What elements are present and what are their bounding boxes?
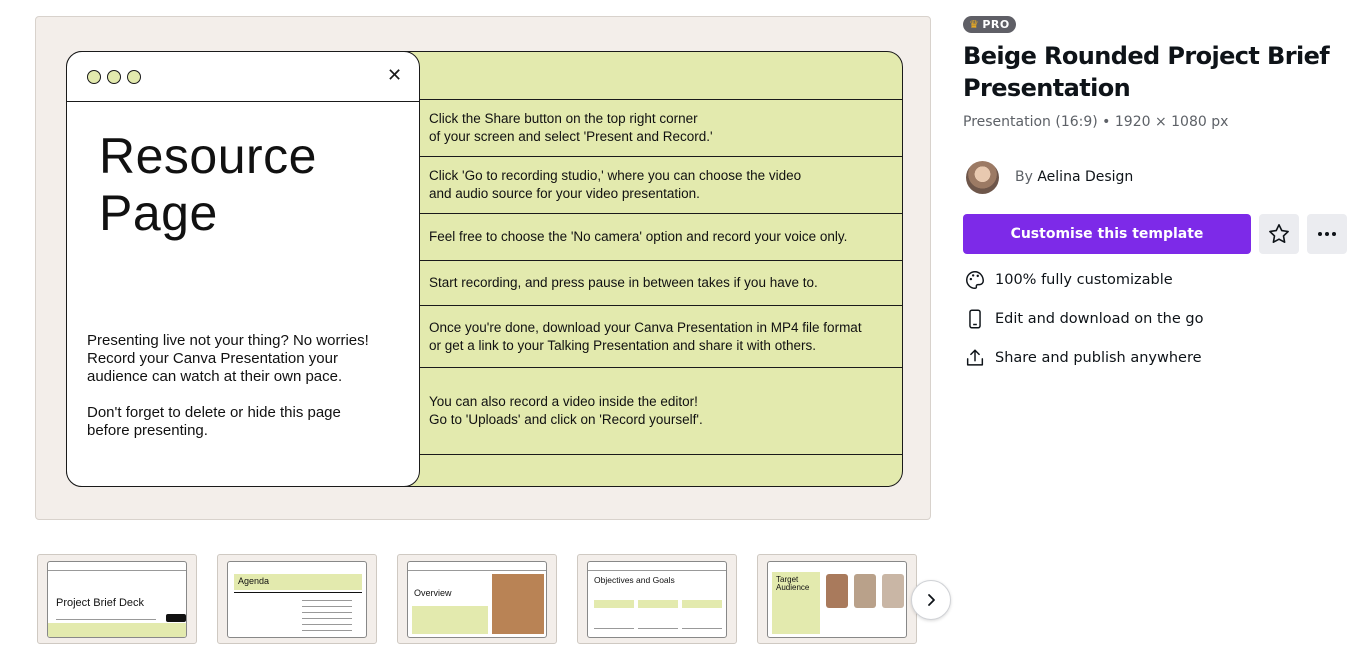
template-preview: Click the Share button on the top right … (35, 16, 931, 520)
thumbnail-divider (302, 612, 352, 613)
window-title-bar: ✕ (67, 52, 419, 102)
feature-label: Share and publish anywhere (995, 350, 1202, 366)
favorite-button[interactable] (1259, 214, 1299, 254)
thumbnail-title: Overview (414, 588, 452, 598)
thumbnail-divider (56, 619, 156, 620)
thumbnail-photo (492, 574, 544, 634)
row-spacer (420, 51, 903, 100)
thumbnail-divider (302, 618, 352, 619)
feature-label: Edit and download on the go (995, 311, 1204, 327)
thumbnail-title: Objectives and Goals (594, 575, 675, 585)
more-icon (1318, 232, 1336, 236)
author-name-link[interactable]: Aelina Design (1037, 169, 1133, 185)
page-thumbnail[interactable]: Target Audience (757, 554, 917, 644)
feature-item: Edit and download on the go (963, 307, 1203, 331)
thumbnail-divider (638, 628, 678, 629)
thumbnail-divider (234, 592, 362, 593)
thumbnail-divider (588, 570, 726, 571)
chevron-right-icon (928, 594, 935, 606)
page-thumbnail[interactable]: Overview (397, 554, 557, 644)
avatar[interactable] (966, 161, 999, 194)
window-dot-icon (87, 70, 101, 84)
page-thumbnail[interactable]: Project Brief Deck (37, 554, 197, 644)
thumbnail-slide: Overview (407, 561, 547, 638)
thumbnail-photo (826, 574, 848, 608)
more-options-button[interactable] (1307, 214, 1347, 254)
template-title: Beige Rounded Project Brief Presentation (963, 42, 1330, 102)
pro-badge-label: PRO (982, 18, 1010, 31)
crown-icon: ♛ (969, 18, 980, 31)
customise-template-button[interactable]: Customise this template (963, 214, 1251, 254)
instruction-row: You can also record a video inside the e… (420, 368, 903, 455)
thumbnail-slide: Objectives and Goals (587, 561, 727, 638)
share-icon (963, 346, 987, 370)
thumbnail-divider (408, 570, 546, 571)
thumbnail-green-strip (638, 600, 678, 608)
template-meta: Presentation (16:9) • 1920 × 1080 px (963, 114, 1229, 130)
thumbnail-divider (682, 628, 722, 629)
thumbnail-green-strip (412, 606, 488, 634)
author-line: By Aelina Design (1015, 169, 1133, 185)
thumbnail-slide: Agenda (227, 561, 367, 638)
thumbnail-photo (854, 574, 876, 608)
thumbnail-title: Target Audience (776, 575, 810, 592)
page-thumbnail[interactable]: Objectives and Goals (577, 554, 737, 644)
thumbnail-photo (882, 574, 904, 608)
feature-item: Share and publish anywhere (963, 346, 1202, 370)
thumbnail-title: Project Brief Deck (56, 597, 145, 609)
thumbnail-divider (302, 600, 352, 601)
pro-badge: ♛ PRO (963, 16, 1016, 33)
instruction-row: Click 'Go to recording studio,' where yo… (420, 157, 903, 214)
feature-item: 100% fully customizable (963, 268, 1173, 292)
thumbnail-slide: Project Brief Deck (47, 561, 187, 638)
feature-label: 100% fully customizable (995, 272, 1173, 288)
author-prefix: By (1015, 169, 1033, 185)
window-dot-icon (107, 70, 121, 84)
thumbnail-divider (302, 630, 352, 631)
instruction-row: Start recording, and press pause in betw… (420, 261, 903, 306)
instruction-rows: Click the Share button on the top right … (420, 51, 903, 487)
thumbnail-divider (302, 624, 352, 625)
thumbnail-green-strip (48, 623, 186, 637)
slide-body-text: Presenting live not your thing? No worri… (87, 332, 369, 439)
thumbnail-divider (594, 628, 634, 629)
thumbnail-green-strip (594, 600, 634, 608)
thumbnail-divider (48, 570, 186, 571)
instruction-row: Click the Share button on the top right … (420, 100, 903, 157)
slide-title: Resource Page (99, 128, 317, 241)
palette-icon (963, 268, 987, 292)
slide: Click the Share button on the top right … (66, 51, 903, 487)
instruction-row: Once you're done, download your Canva Pr… (420, 306, 903, 368)
star-icon (1269, 224, 1289, 243)
close-icon: ✕ (387, 65, 403, 86)
window-dot-icon (127, 70, 141, 84)
page-thumbnail[interactable]: Agenda (217, 554, 377, 644)
thumbnail-title: Agenda (238, 576, 270, 586)
phone-icon (963, 307, 987, 331)
slide-window-panel: ✕ Resource Page Presenting live not your… (66, 51, 420, 487)
thumbnail-green-strip (682, 600, 722, 608)
instruction-row: Feel free to choose the 'No camera' opti… (420, 214, 903, 261)
thumbnail-slide: Target Audience (767, 561, 907, 638)
thumbnail-divider (302, 606, 352, 607)
next-thumbnails-button[interactable] (911, 580, 951, 620)
thumbnail-arrow-button (166, 614, 186, 622)
